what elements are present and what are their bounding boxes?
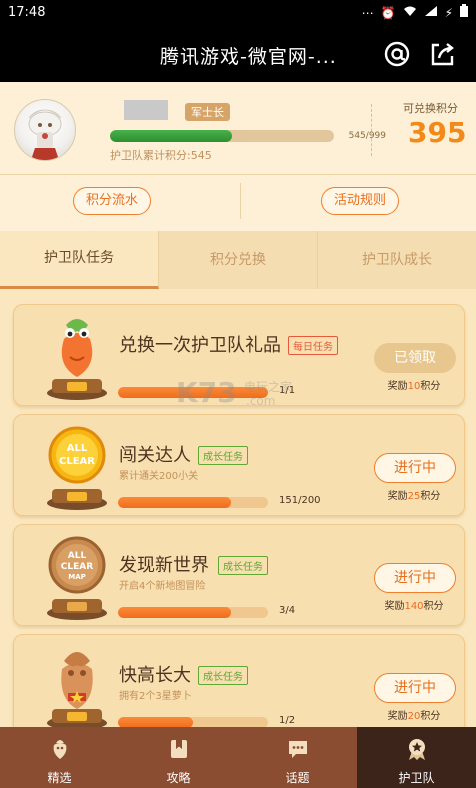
svg-text:ALL: ALL xyxy=(68,551,87,561)
avatar xyxy=(14,99,76,161)
nav-label: 护卫队 xyxy=(398,771,435,785)
battery-icon xyxy=(460,4,468,21)
nav-item-topics[interactable]: 话题 xyxy=(238,727,357,788)
page-title: 腾讯游戏-微官网-... xyxy=(160,46,337,68)
chat-icon xyxy=(286,737,310,761)
status-bar: 17:48 ⋯ ⏰ ⚡ xyxy=(0,0,476,26)
task-card: 快高长大 成长任务 拥有2个3星萝卜 1/2 进行中 奖励20积分 xyxy=(13,634,465,736)
carrot-trophy-icon xyxy=(42,309,112,401)
task-title: 兑换一次护卫队礼品 xyxy=(119,335,281,356)
reward-suffix: 积分 xyxy=(423,601,444,612)
nav-label: 话题 xyxy=(285,771,310,785)
alarm-icon: ⏰ xyxy=(380,5,396,20)
task-progress-fill xyxy=(118,387,268,398)
xp-progress-text: 545/999 xyxy=(348,131,386,141)
accumulated-points: 护卫队累计积分:545 xyxy=(110,149,212,162)
reward-amount: 10 xyxy=(407,381,421,392)
more-dots-icon: ⋯ xyxy=(361,5,374,20)
rank-badge: 军士长 xyxy=(185,103,230,121)
bottom-nav: 精选 攻略 话题 护卫队 xyxy=(0,727,476,788)
reward-amount: 20 xyxy=(407,711,421,722)
reward-suffix: 积分 xyxy=(420,381,441,392)
task-progress-fill xyxy=(118,497,232,508)
status-icons: ⋯ ⏰ ⚡ xyxy=(362,4,468,21)
action-row: 积分流水 活动规则 xyxy=(0,175,476,232)
in-progress-button[interactable]: 进行中 xyxy=(374,673,456,703)
charging-icon: ⚡ xyxy=(444,5,453,20)
task-reward: 奖励10积分 xyxy=(374,377,454,392)
carrot-statue-trophy-icon xyxy=(42,639,112,731)
task-progress-bar xyxy=(118,607,268,618)
task-progress-text: 1/2 xyxy=(279,715,296,726)
medal-icon xyxy=(405,737,429,761)
task-reward: 奖励20积分 xyxy=(374,707,454,722)
tab-team-growth[interactable]: 护卫队成长 xyxy=(318,231,476,289)
task-reward: 奖励25积分 xyxy=(374,487,454,502)
gold-all-clear-trophy-icon: ALL CLEAR xyxy=(42,419,112,511)
reward-prefix: 奖励 xyxy=(387,381,408,392)
task-tag: 成长任务 xyxy=(198,446,248,465)
task-desc: 开启4个新地图冒险 xyxy=(119,581,206,592)
redeemable-points-label: 可兑换积分 xyxy=(403,102,458,115)
tab-points-exchange[interactable]: 积分兑换 xyxy=(159,231,318,289)
task-progress-bar xyxy=(118,387,268,398)
reward-prefix: 奖励 xyxy=(387,491,408,502)
claimed-button[interactable]: 已领取 xyxy=(374,343,456,373)
username-redacted xyxy=(124,100,168,120)
task-desc: 累计通关200小关 xyxy=(119,471,199,482)
task-progress-fill xyxy=(118,607,231,618)
carrot-icon xyxy=(48,737,72,761)
svg-text:MAP: MAP xyxy=(68,573,86,581)
reward-prefix: 奖励 xyxy=(387,711,408,722)
task-tag: 成长任务 xyxy=(218,556,268,575)
profile-panel: 军士长 545/999 护卫队累计积分:545 可兑换积分 395 xyxy=(0,82,476,175)
nav-label: 精选 xyxy=(47,771,72,785)
task-progress-text: 3/4 xyxy=(279,605,296,616)
activity-rules-button[interactable]: 活动规则 xyxy=(321,187,400,215)
task-tag: 每日任务 xyxy=(288,336,338,355)
signal-icon xyxy=(424,5,438,21)
task-title: 快高长大 xyxy=(119,665,191,686)
task-progress-text: 1/1 xyxy=(279,385,296,396)
bookmark-icon xyxy=(167,737,191,761)
task-card: ALL CLEAR 闯关达人 成长任务 累计通关200小关 151/200 进行… xyxy=(13,414,465,516)
task-progress-bar xyxy=(118,497,268,508)
redeemable-points-value: 395 xyxy=(408,116,467,149)
xp-progress-bar xyxy=(110,130,334,142)
points-divider xyxy=(371,104,372,156)
reward-amount: 140 xyxy=(404,601,424,612)
bronze-all-clear-map-trophy-icon: ALL CLEAR MAP xyxy=(42,529,112,621)
task-title: 闯关达人 xyxy=(119,445,191,466)
xp-progress-fill xyxy=(110,130,233,142)
task-reward: 奖励140积分 xyxy=(374,597,454,612)
reward-prefix: 奖励 xyxy=(384,601,405,612)
in-progress-button[interactable]: 进行中 xyxy=(374,453,456,483)
task-tag: 成长任务 xyxy=(198,666,248,685)
task-progress-text: 151/200 xyxy=(279,495,321,506)
task-desc: 拥有2个3星萝卜 xyxy=(119,691,192,702)
status-time: 17:48 xyxy=(8,5,46,20)
nav-item-guard-team[interactable]: 护卫队 xyxy=(357,727,476,788)
task-card: ALL CLEAR MAP 发现新世界 成长任务 开启4个新地图冒险 3/4 进… xyxy=(13,524,465,626)
nav-item-featured[interactable]: 精选 xyxy=(0,727,119,788)
mention-icon[interactable] xyxy=(383,40,411,68)
points-flow-button[interactable]: 积分流水 xyxy=(73,187,152,215)
svg-text:ALL: ALL xyxy=(67,443,88,454)
nav-item-guides[interactable]: 攻略 xyxy=(119,727,238,788)
tab-team-tasks[interactable]: 护卫队任务 xyxy=(0,231,159,289)
nav-label: 攻略 xyxy=(166,771,191,785)
svg-text:CLEAR: CLEAR xyxy=(61,562,93,572)
share-icon[interactable] xyxy=(429,40,457,68)
reward-suffix: 积分 xyxy=(420,491,441,502)
task-card: 兑换一次护卫队礼品 每日任务 1/1 已领取 奖励10积分 xyxy=(13,304,465,406)
tab-bar: 护卫队任务 积分兑换 护卫队成长 xyxy=(0,231,476,289)
title-bar: 腾讯游戏-微官网-... xyxy=(0,26,476,82)
reward-suffix: 积分 xyxy=(420,711,441,722)
reward-amount: 25 xyxy=(407,491,421,502)
svg-text:CLEAR: CLEAR xyxy=(59,456,95,467)
wifi-icon xyxy=(403,5,417,21)
action-divider xyxy=(240,183,241,219)
in-progress-button[interactable]: 进行中 xyxy=(374,563,456,593)
task-title: 发现新世界 xyxy=(119,555,209,576)
